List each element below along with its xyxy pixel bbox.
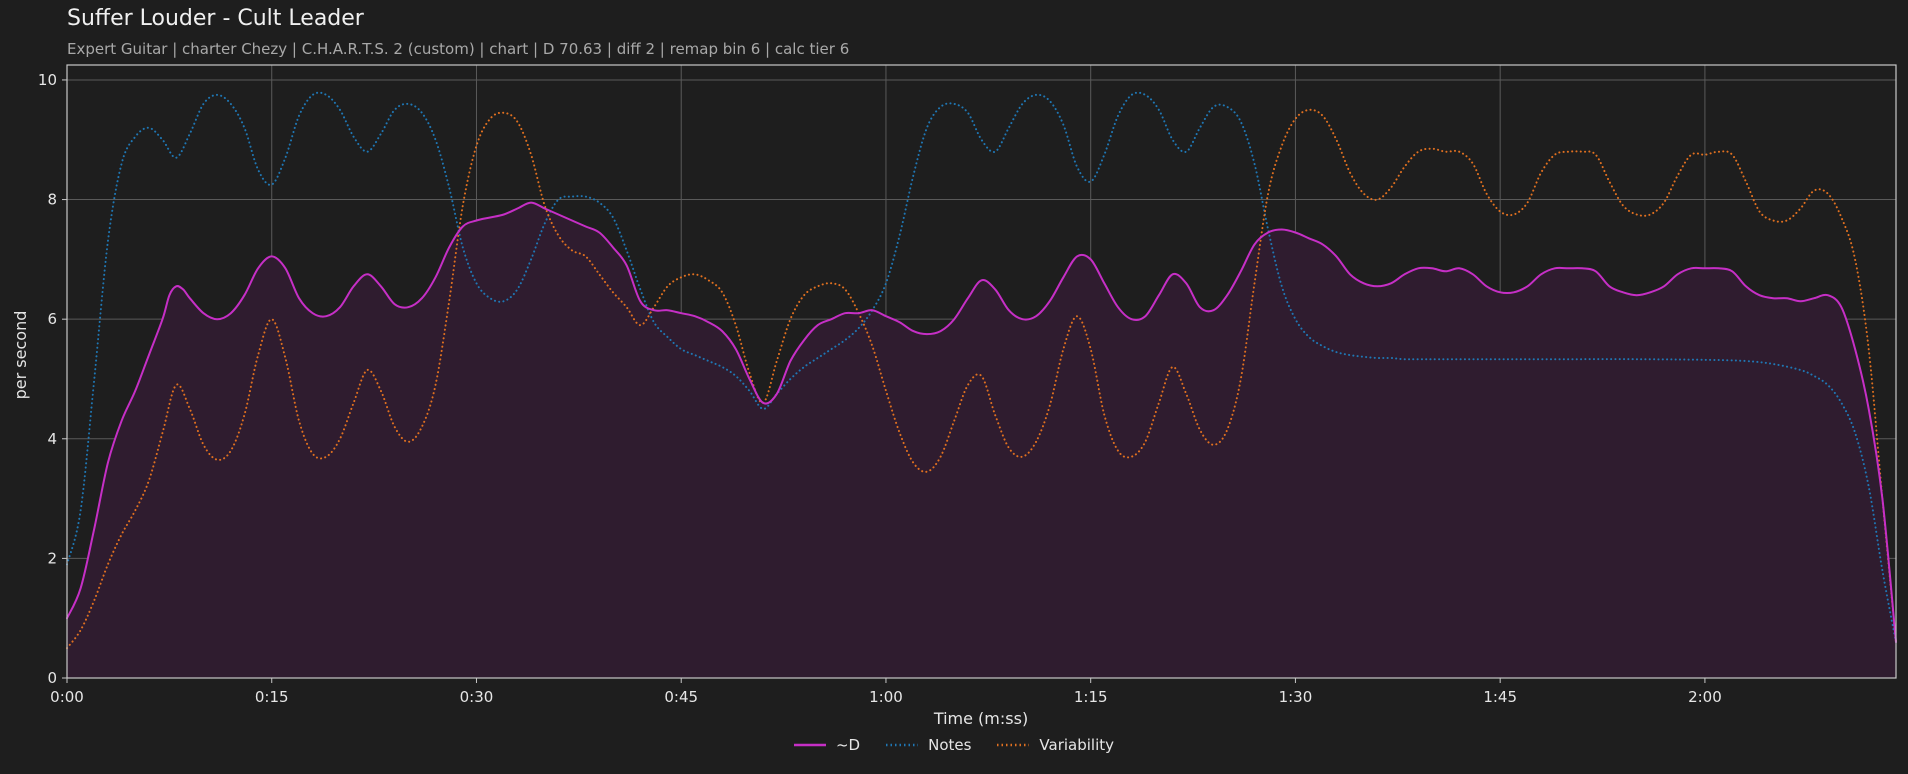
legend-label-d: ~D [835, 736, 861, 754]
legend-label-variability: Variability [1039, 736, 1115, 754]
y-tick-label: 4 [47, 430, 57, 448]
x-tick-label: 0:45 [664, 688, 698, 706]
legend-item-variability: Variability [997, 736, 1114, 754]
legend-item-notes: Notes [886, 736, 971, 754]
legend: ~D Notes Variability [0, 736, 1908, 754]
legend-swatch-variability [997, 743, 1030, 747]
x-tick-label: 1:00 [869, 688, 903, 706]
legend-label-notes: Notes [928, 736, 972, 754]
y-axis-label: per second [11, 311, 30, 400]
line-chart: 0:00 0:15 0:30 0:45 1:00 1:15 1:30 1:45 2:00 0 2 4 6… [11, 64, 1897, 728]
legend-item-d: ~D [793, 736, 861, 754]
d-series-fill [67, 202, 1896, 678]
x-tick-label: 1:45 [1483, 688, 1517, 706]
x-tick-label: 1:15 [1074, 688, 1108, 706]
y-tick-label: 0 [47, 669, 57, 687]
y-tick-label: 8 [47, 191, 57, 209]
fill-layer [67, 202, 1896, 678]
legend-swatch-notes [886, 743, 919, 747]
legend-swatch-d [793, 743, 826, 747]
x-tick-label: 0:30 [460, 688, 494, 706]
x-tick-label: 1:30 [1279, 688, 1313, 706]
x-axis-label: Time (m:ss) [933, 709, 1028, 728]
x-tick-label: 0:00 [50, 688, 84, 706]
y-tick-label: 6 [47, 310, 57, 328]
x-tick-label: 0:15 [255, 688, 289, 706]
x-tick-label: 2:00 [1688, 688, 1722, 706]
y-tick-label: 10 [38, 71, 57, 89]
y-tick-label: 2 [47, 549, 57, 567]
